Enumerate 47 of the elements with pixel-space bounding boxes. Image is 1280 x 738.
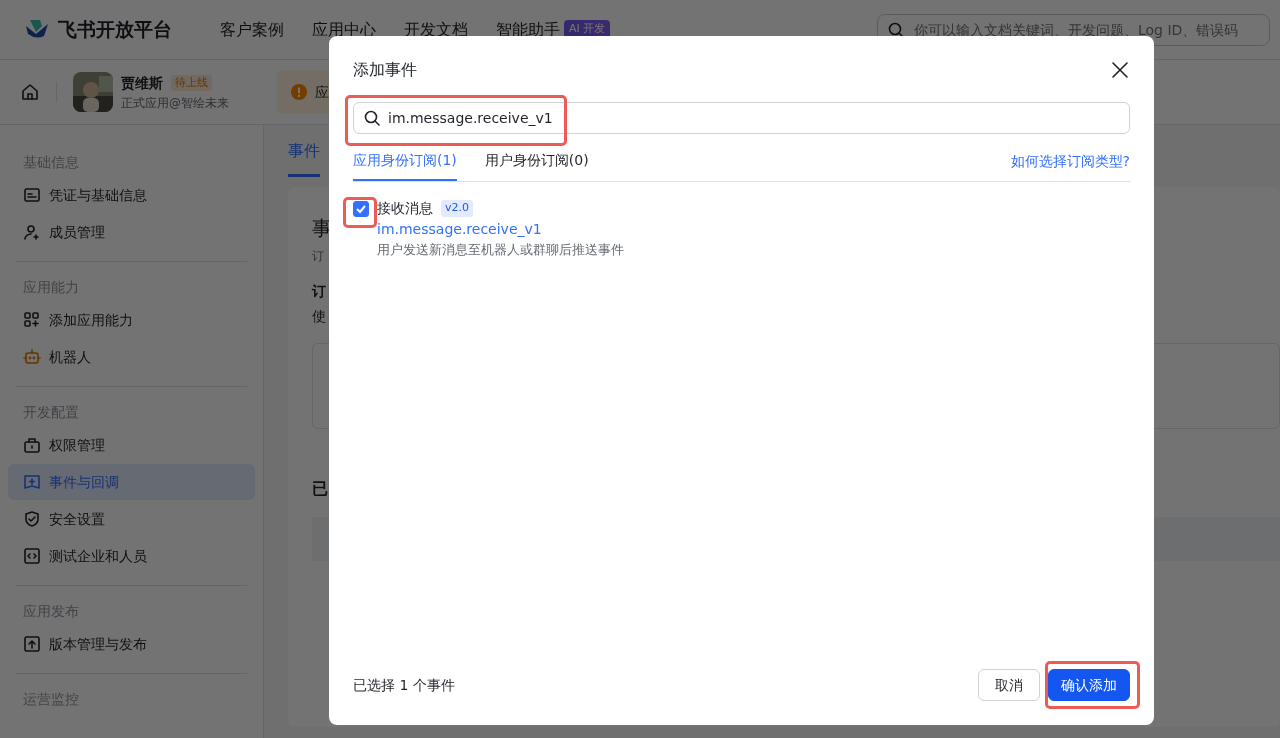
event-key-link[interactable]: im.message.receive_v1 bbox=[377, 219, 542, 240]
search-icon bbox=[364, 110, 380, 126]
added-heading: 已 bbox=[312, 478, 328, 500]
selection-summary: 已选择 1 个事件 bbox=[353, 675, 455, 695]
menu-item-icon bbox=[23, 223, 41, 241]
menu-item-icon bbox=[23, 348, 41, 366]
sidebar-item[interactable]: 版本管理与发布 bbox=[8, 626, 255, 662]
close-icon[interactable] bbox=[1110, 60, 1130, 80]
page-tab[interactable]: 事件 bbox=[288, 125, 320, 177]
sidebar-item[interactable]: 成员管理 bbox=[8, 214, 255, 250]
section-text: 使 bbox=[312, 307, 326, 326]
menu-item-icon bbox=[23, 635, 41, 653]
app-name: 贾维斯 bbox=[121, 73, 163, 93]
app-subtitle: 正式应用@智绘未来 bbox=[121, 94, 229, 112]
help-link[interactable]: 如何选择订阅类型? bbox=[1010, 151, 1130, 172]
menu-item-icon bbox=[23, 186, 41, 204]
menu-item-icon bbox=[23, 547, 41, 565]
sidebar-item[interactable]: 添加应用能力 bbox=[8, 302, 255, 338]
sidebar-item[interactable]: 机器人 bbox=[8, 339, 255, 375]
sidebar-item[interactable]: 凭证与基础信息 bbox=[8, 177, 255, 213]
notice-text: 应 bbox=[315, 82, 329, 102]
dialog-title: 添加事件 bbox=[353, 59, 417, 81]
menu-item-icon bbox=[23, 510, 41, 528]
card-heading: 事 bbox=[312, 215, 332, 242]
home-icon[interactable] bbox=[20, 82, 40, 102]
logo-icon bbox=[24, 19, 50, 40]
cancel-button[interactable]: 取消 bbox=[978, 669, 1040, 701]
checkbox[interactable] bbox=[353, 201, 369, 217]
event-name: 接收消息 bbox=[377, 199, 433, 218]
search-icon bbox=[888, 22, 904, 38]
sidebar-item[interactable]: 安全设置 bbox=[8, 501, 255, 537]
warning-icon bbox=[291, 84, 307, 100]
sidebar-item[interactable]: 测试企业和人员 bbox=[8, 538, 255, 574]
menu-item-icon bbox=[23, 436, 41, 454]
status-badge: 待上线 bbox=[171, 74, 212, 92]
menu-item-icon bbox=[23, 311, 41, 329]
sidebar-item[interactable]: 事件与回调 bbox=[8, 464, 255, 500]
version-badge: v2.0 bbox=[441, 200, 473, 217]
section-heading: 订 bbox=[312, 282, 326, 301]
confirm-button[interactable]: 确认添加 bbox=[1048, 669, 1130, 701]
logo-text: 飞书开放平台 bbox=[58, 17, 172, 43]
nav-link[interactable]: 客户案例 bbox=[220, 17, 284, 42]
sidebar-item[interactable]: 权限管理 bbox=[8, 427, 255, 463]
menu-item-icon bbox=[23, 473, 41, 491]
card-subtitle: 订 bbox=[312, 248, 324, 265]
search-field[interactable]: im.message.receive_v1 bbox=[353, 102, 1130, 134]
event-description: 用户发送新消息至机器人或群聊后推送事件 bbox=[377, 241, 624, 259]
